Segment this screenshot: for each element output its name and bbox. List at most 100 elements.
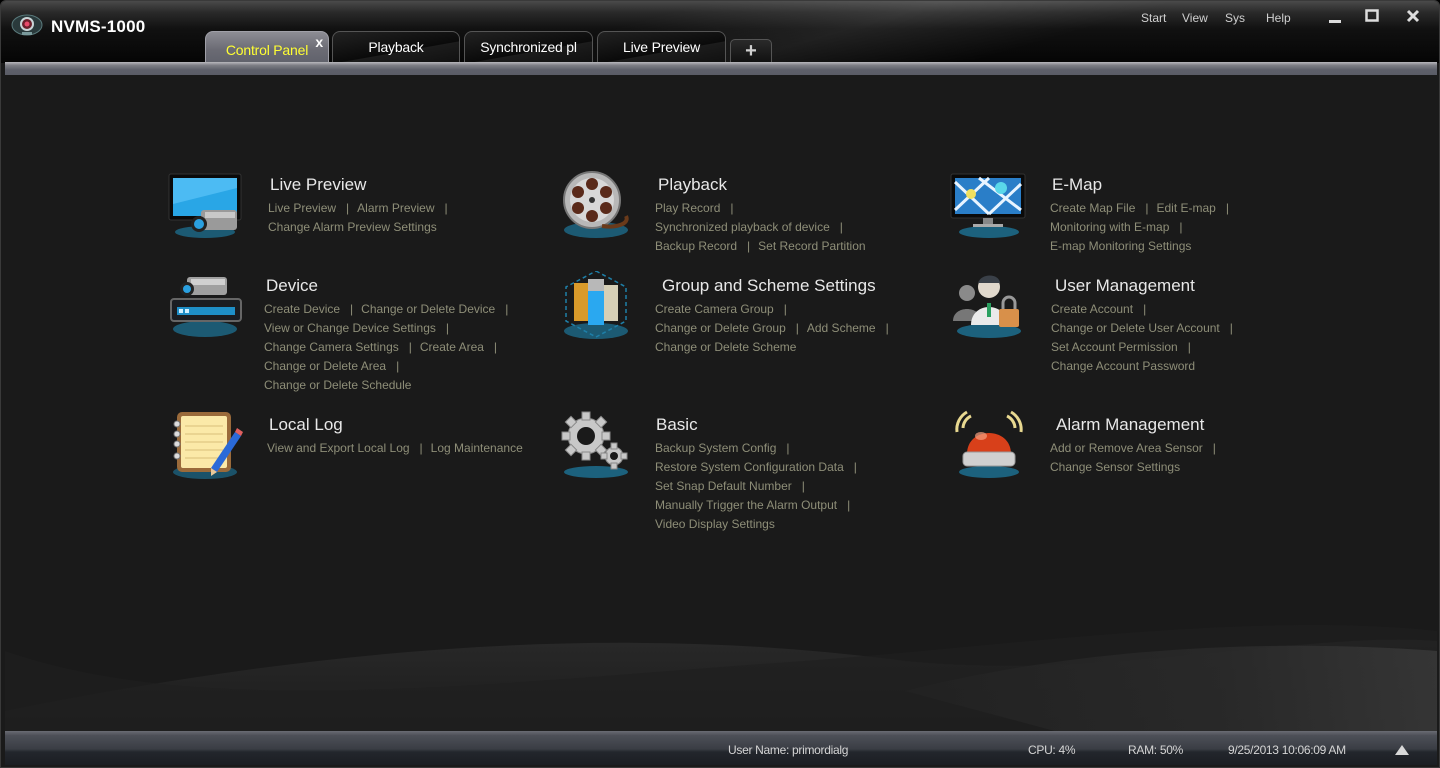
menu-view[interactable]: View bbox=[1182, 11, 1208, 25]
module-title[interactable]: Local Log bbox=[269, 415, 343, 435]
link-line: Create Map File | Edit E-map | bbox=[1050, 199, 1237, 218]
link-line: Backup Record | Set Record Partition bbox=[655, 237, 866, 256]
module-title[interactable]: E-Map bbox=[1052, 175, 1102, 195]
module-link[interactable]: View or Change Device Settings bbox=[264, 321, 436, 335]
module-link[interactable]: Change or Delete Scheme bbox=[655, 340, 796, 354]
module-link[interactable]: Change Account Password bbox=[1051, 359, 1195, 373]
module-link[interactable]: Backup System Config bbox=[655, 441, 776, 455]
module-links: Backup System Config | Restore System Conf… bbox=[655, 439, 865, 534]
gears-icon[interactable] bbox=[556, 410, 636, 482]
module-link[interactable]: Log Maintenance bbox=[431, 441, 523, 455]
module-link[interactable]: Backup Record bbox=[655, 239, 737, 253]
module-link[interactable]: Create Device bbox=[264, 302, 340, 316]
module-link[interactable]: Alarm Preview bbox=[357, 201, 434, 215]
link-separator: | bbox=[1212, 441, 1216, 455]
module-link[interactable]: Live Preview bbox=[268, 201, 336, 215]
module-link[interactable]: Set Account Permission bbox=[1051, 340, 1178, 354]
module-title[interactable]: Device bbox=[266, 276, 318, 296]
module-title[interactable]: Group and Scheme Settings bbox=[662, 276, 876, 296]
module-link[interactable]: Change Alarm Preview Settings bbox=[268, 220, 437, 234]
minimize-button[interactable] bbox=[1321, 5, 1349, 27]
link-line: E-map Monitoring Settings bbox=[1050, 237, 1237, 256]
link-separator: | bbox=[786, 441, 790, 455]
link-separator: | bbox=[1179, 220, 1183, 234]
menu-sys[interactable]: Sys bbox=[1225, 11, 1245, 25]
module-link[interactable]: E-map Monitoring Settings bbox=[1050, 239, 1191, 253]
module-link[interactable]: Create Account bbox=[1051, 302, 1133, 316]
module-link[interactable]: Change or Delete Schedule bbox=[264, 378, 411, 392]
module-link[interactable]: Edit E-map bbox=[1157, 201, 1216, 215]
module-link[interactable]: Change Camera Settings bbox=[264, 340, 399, 354]
module-title[interactable]: Live Preview bbox=[270, 175, 366, 195]
users-lock-icon[interactable] bbox=[949, 271, 1029, 343]
link-separator: | bbox=[445, 321, 449, 335]
link-separator: | bbox=[730, 201, 734, 215]
link-line: Restore System Configuration Data | bbox=[655, 458, 865, 477]
link-separator: | bbox=[801, 479, 805, 493]
link-line: Backup System Config | bbox=[655, 439, 865, 458]
module-link[interactable]: Change Sensor Settings bbox=[1050, 460, 1180, 474]
link-line: Change Sensor Settings bbox=[1050, 458, 1224, 477]
link-line: Change Camera Settings | Create Area | bbox=[264, 338, 516, 357]
module-link[interactable]: View and Export Local Log bbox=[267, 441, 410, 455]
status-datetime: 9/25/2013 10:06:09 AM bbox=[1228, 743, 1346, 757]
link-separator: | bbox=[419, 441, 423, 455]
module-link[interactable]: Synchronized playback of device bbox=[655, 220, 830, 234]
tab-live-preview[interactable]: Live Preview bbox=[597, 31, 726, 62]
close-window-button[interactable] bbox=[1399, 5, 1427, 27]
notepad-pencil-icon[interactable] bbox=[165, 410, 245, 482]
module-link[interactable]: Add Scheme bbox=[807, 321, 876, 335]
tab-close-icon[interactable]: x bbox=[315, 34, 323, 50]
module-link[interactable]: Add or Remove Area Sensor bbox=[1050, 441, 1203, 455]
status-bar: User Name: primordialg CPU: 4% RAM: 50% … bbox=[5, 736, 1437, 765]
alarm-beacon-icon[interactable] bbox=[949, 410, 1029, 482]
tab-playback[interactable]: Playback bbox=[332, 31, 460, 62]
link-separator: | bbox=[885, 321, 889, 335]
module-link[interactable]: Manually Trigger the Alarm Output bbox=[655, 498, 837, 512]
module-title[interactable]: Basic bbox=[656, 415, 698, 435]
add-tab-button[interactable]: + bbox=[730, 39, 772, 62]
expand-up-icon[interactable] bbox=[1395, 745, 1409, 755]
module-link[interactable]: Video Display Settings bbox=[655, 517, 775, 531]
module-link[interactable]: Monitoring with E-map bbox=[1050, 220, 1169, 234]
module-link[interactable]: Create Area bbox=[420, 340, 484, 354]
module-link[interactable]: Play Record bbox=[655, 201, 720, 215]
module-link[interactable]: Change or Delete User Account bbox=[1051, 321, 1220, 335]
module-link[interactable]: Set Snap Default Number bbox=[655, 479, 792, 493]
link-separator: | bbox=[346, 201, 350, 215]
module-links: Play Record | Synchronized playback of dev… bbox=[655, 199, 866, 256]
link-separator: | bbox=[444, 201, 448, 215]
module-title[interactable]: User Management bbox=[1055, 276, 1195, 296]
dvr-camera-icon[interactable] bbox=[165, 271, 245, 343]
module-link[interactable]: Create Map File bbox=[1050, 201, 1135, 215]
module-link[interactable]: Create Camera Group bbox=[655, 302, 774, 316]
menu-help[interactable]: Help bbox=[1266, 11, 1291, 25]
module-link[interactable]: Change or Delete Group bbox=[655, 321, 786, 335]
link-separator: | bbox=[847, 498, 851, 512]
module-link[interactable]: Restore System Configuration Data bbox=[655, 460, 844, 474]
tab-label: Control Panel bbox=[225, 41, 309, 58]
link-line: Play Record | bbox=[655, 199, 866, 218]
tab-strip-divider bbox=[5, 62, 1437, 75]
menu-start[interactable]: Start bbox=[1141, 11, 1166, 25]
cube-blocks-icon[interactable] bbox=[556, 271, 636, 343]
module-link[interactable]: Set Record Partition bbox=[758, 239, 865, 253]
module-link[interactable]: Change or Delete Area bbox=[264, 359, 386, 373]
film-reel-icon[interactable] bbox=[556, 170, 636, 242]
maximize-button[interactable] bbox=[1358, 5, 1386, 27]
status-user-name: User Name: primordialg bbox=[728, 743, 849, 757]
link-line: Change or Delete Area | bbox=[264, 357, 516, 376]
link-line: Video Display Settings bbox=[655, 515, 865, 534]
link-line: Live Preview | Alarm Preview | bbox=[268, 199, 456, 218]
map-monitor-icon[interactable] bbox=[949, 170, 1029, 242]
monitor-camera-icon[interactable] bbox=[165, 170, 245, 242]
link-separator: | bbox=[839, 220, 843, 234]
module-title[interactable]: Playback bbox=[658, 175, 727, 195]
tab-synchronized-playback[interactable]: Synchronized pl bbox=[464, 31, 593, 62]
link-line: Create Device | Change or Delete Device | bbox=[264, 300, 516, 319]
link-line: Set Account Permission | bbox=[1051, 338, 1241, 357]
module-title[interactable]: Alarm Management bbox=[1056, 415, 1204, 435]
tab-label: Live Preview bbox=[623, 39, 700, 55]
link-separator: | bbox=[408, 340, 412, 354]
module-link[interactable]: Change or Delete Device bbox=[361, 302, 495, 316]
